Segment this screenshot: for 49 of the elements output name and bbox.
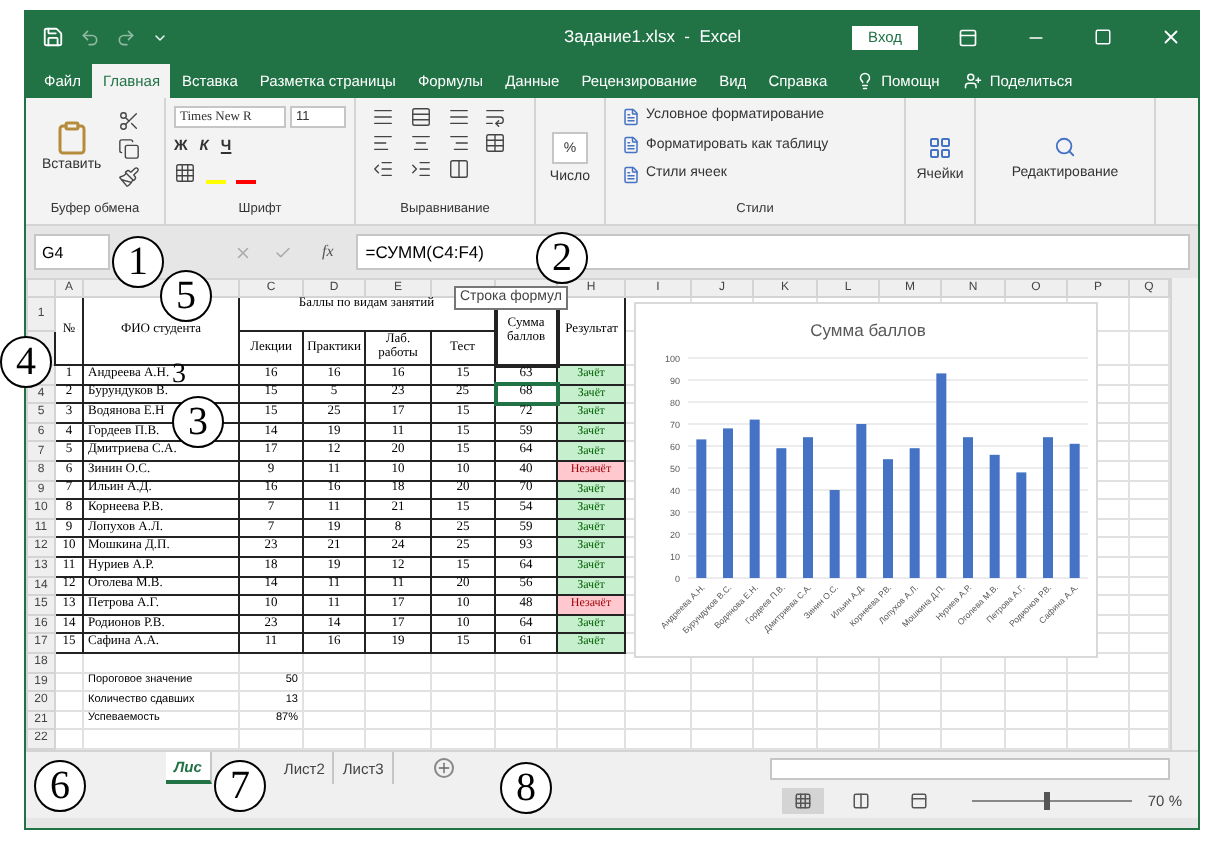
bar <box>1016 472 1027 578</box>
callout-number: 3 <box>172 362 186 390</box>
document-icon <box>622 165 640 184</box>
ribbon-display-icon[interactable] <box>958 27 978 47</box>
align-center-icon[interactable] <box>409 132 432 154</box>
search-icon[interactable] <box>1054 136 1076 159</box>
outdent-icon[interactable] <box>372 158 394 180</box>
add-sheet-icon[interactable] <box>433 758 454 779</box>
indent-icon[interactable] <box>409 158 432 180</box>
view-icon <box>909 792 928 811</box>
share-icon[interactable] <box>963 72 982 90</box>
clipboard-icon <box>53 120 90 157</box>
bar <box>963 437 973 578</box>
callout-number: 4 <box>0 336 52 388</box>
bar <box>883 459 893 578</box>
align-left-icon[interactable] <box>372 132 394 154</box>
merge-icon[interactable] <box>484 132 507 154</box>
maximize-icon[interactable] <box>1094 28 1112 46</box>
bar <box>776 448 787 578</box>
zoom-slider-thumb[interactable] <box>1044 792 1051 811</box>
window-title: Задание1.xlsx - Excel <box>564 24 742 50</box>
copy-icon[interactable] <box>117 138 140 161</box>
bar <box>909 448 920 578</box>
name-box[interactable]: G4 <box>34 234 110 270</box>
cells-icon[interactable] <box>928 135 952 160</box>
borders-icon[interactable] <box>174 162 196 185</box>
bar <box>1069 443 1080 578</box>
cut-icon[interactable] <box>117 110 140 133</box>
bar <box>696 439 707 578</box>
vertical-scrollbar[interactable] <box>1170 278 1198 750</box>
align-right-icon[interactable] <box>447 132 469 154</box>
view-icon <box>851 792 870 811</box>
orientation-icon[interactable] <box>447 158 469 180</box>
horizontal-scrollbar[interactable] <box>770 757 1170 780</box>
close-icon[interactable] <box>1160 26 1182 48</box>
view-icon <box>793 792 812 811</box>
wrap-text-icon[interactable] <box>484 106 507 128</box>
bar <box>829 490 840 578</box>
document-icon <box>622 136 640 155</box>
chart-title: Сумма баллов <box>810 320 926 340</box>
document-icon <box>622 107 640 126</box>
insert-function-button[interactable]: fx <box>322 240 334 264</box>
view-button[interactable] <box>781 788 824 815</box>
format-painter-icon[interactable] <box>117 166 140 189</box>
bar <box>1043 437 1053 578</box>
bar <box>803 437 813 578</box>
save-icon[interactable] <box>42 26 64 48</box>
bar <box>989 454 1000 578</box>
lightbulb-icon[interactable] <box>855 72 874 90</box>
